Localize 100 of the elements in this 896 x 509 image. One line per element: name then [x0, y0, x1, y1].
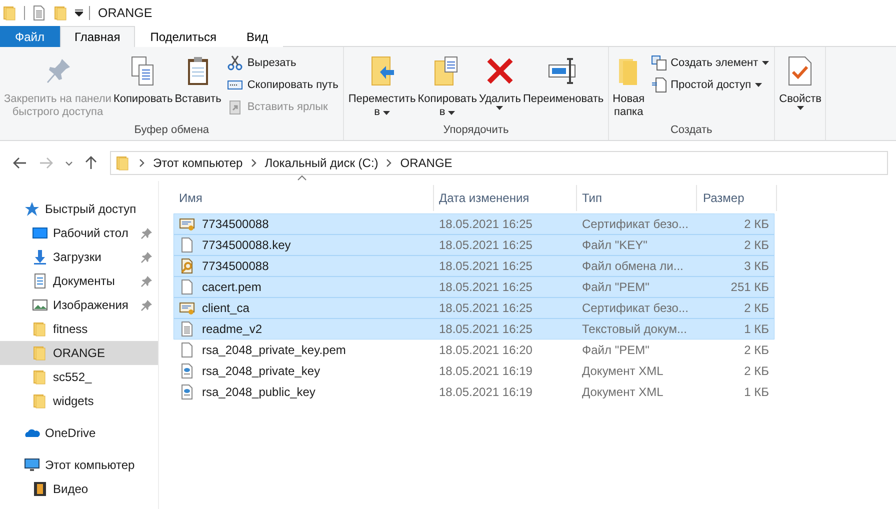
address-bar[interactable]: Этот компьютер Локальный диск (C:) ORANGE: [110, 151, 888, 175]
nav-item[interactable]: Быстрый доступ: [0, 197, 158, 221]
folder-icon: [32, 393, 48, 409]
ribbon-button[interactable]: Создать элемент: [648, 53, 772, 73]
caret-icon: [755, 83, 762, 87]
file-name: rsa_2048_private_key.pem: [202, 343, 346, 357]
file-name: 7734500088: [202, 259, 269, 273]
date-modified: 18.05.2021 16:19: [439, 385, 532, 399]
file-size: 1 КБ: [744, 322, 769, 336]
file-row[interactable]: rsa_2048_private_key.pem 18.05.2021 16:20 Файл "PEM" 2 КБ: [174, 340, 774, 360]
folder-icon: [32, 321, 48, 337]
file-type: Файл "PEM": [582, 280, 650, 294]
column-header[interactable]: Имя: [174, 185, 434, 211]
certificate-icon: [179, 216, 195, 232]
shortcut-icon: [227, 99, 244, 115]
scissors-icon: [227, 55, 244, 71]
column-header[interactable]: Тип: [577, 185, 697, 211]
column-header[interactable]: Дата изменения: [434, 185, 577, 211]
caret-icon: [762, 61, 770, 65]
nav-item[interactable]: Изображения: [0, 293, 158, 317]
file-name: client_ca: [202, 301, 250, 315]
file-size: 2 КБ: [744, 364, 769, 378]
nav-item[interactable]: fitness: [0, 317, 158, 341]
ribbon-button[interactable]: Вырезать: [225, 53, 340, 73]
breadcrumb[interactable]: Локальный диск (C:): [264, 156, 378, 170]
film-icon: [32, 481, 48, 497]
file-size: 2 КБ: [744, 238, 769, 252]
nav-item[interactable]: OneDrive: [0, 421, 158, 445]
nav-item[interactable]: Видео: [0, 477, 158, 501]
file-row[interactable]: readme_v2 18.05.2021 16:25 Текстовый докум... 1 КБ: [174, 319, 774, 339]
file-name: readme_v2: [202, 322, 262, 336]
file-name: rsa_2048_private_key: [202, 364, 320, 378]
chevron-icon: [386, 159, 392, 167]
breadcrumb[interactable]: Этот компьютер: [153, 156, 243, 170]
nav-item[interactable]: Загрузки: [0, 245, 158, 269]
file-type: Сертификат безо...: [582, 301, 688, 315]
file-name: 7734500088.key: [202, 238, 291, 252]
file-size: 1 КБ: [744, 385, 769, 399]
monitor-icon: [24, 457, 40, 473]
ribbon-tab[interactable]: Главная: [60, 26, 136, 47]
ribbon-button[interactable]: Копировать: [112, 49, 174, 106]
file-type: Документ XML: [582, 364, 664, 378]
ribbon-tab[interactable]: Файл: [0, 26, 60, 47]
column-header[interactable]: Размер: [697, 185, 777, 211]
pin-icon: [141, 252, 152, 262]
ribbon-button[interactable]: Свойств: [778, 49, 822, 110]
ribbon-button[interactable]: Удалить: [478, 49, 522, 110]
folder-icon: [2, 5, 18, 21]
folder-icon: [32, 345, 48, 361]
folder-icon: [53, 5, 69, 21]
easy-access-icon: [650, 77, 667, 93]
ribbon-button[interactable]: Новая папка: [612, 49, 646, 119]
file-icon: [179, 279, 195, 295]
file-icon: [179, 342, 195, 358]
nav-item[interactable]: ORANGE: [0, 341, 158, 365]
desktop-icon: [32, 225, 48, 241]
file-row[interactable]: 7734500088 18.05.2021 16:25 Файл обмена ли... 3 КБ: [174, 256, 774, 276]
sort-icon: [297, 175, 307, 181]
dropdown-icon[interactable]: [75, 9, 83, 17]
ribbon-button[interactable]: Скопировать путь: [225, 75, 340, 95]
chevron-icon: [250, 159, 257, 167]
key-certificate-icon: [179, 258, 195, 274]
breadcrumb[interactable]: ORANGE: [400, 156, 452, 170]
group-label: Создать: [670, 124, 712, 136]
window-title: ORANGE: [98, 6, 152, 20]
file-type: Файл обмена ли...: [582, 259, 684, 273]
ribbon-button[interactable]: Переименовать: [522, 49, 605, 106]
folder-icon: [32, 369, 48, 385]
file-type: Документ XML: [582, 385, 664, 399]
nav-item[interactable]: Рабочий стол: [0, 221, 158, 245]
nav-item[interactable]: Документы: [0, 269, 158, 293]
file-row[interactable]: rsa_2048_private_key 18.05.2021 16:19 Документ XML 2 КБ: [174, 361, 774, 381]
caret-icon: [796, 106, 804, 110]
ribbon-button[interactable]: Простой доступ: [648, 75, 772, 95]
nav-item[interactable]: widgets: [0, 389, 158, 413]
file-row[interactable]: rsa_2048_public_key 18.05.2021 16:19 Документ XML 1 КБ: [174, 382, 774, 402]
file-row[interactable]: cacert.pem 18.05.2021 16:25 Файл "PEM" 251 КБ: [174, 277, 774, 297]
nav-item[interactable]: sc552_: [0, 365, 158, 389]
ribbon-button[interactable]: Вставить: [174, 49, 222, 106]
file-row[interactable]: 7734500088 18.05.2021 16:25 Сертификат безо... 2 КБ: [174, 214, 774, 234]
document-icon: [32, 273, 48, 289]
file-row[interactable]: client_ca 18.05.2021 16:25 Сертификат безо... 2 КБ: [174, 298, 774, 318]
folder-icon: [115, 155, 131, 171]
date-modified: 18.05.2021 16:25: [439, 217, 532, 231]
date-modified: 18.05.2021 16:25: [439, 280, 532, 294]
caret-icon: [448, 110, 456, 114]
group-label: Упорядочить: [443, 124, 509, 136]
text-file-icon: [179, 321, 195, 337]
file-size: 2 КБ: [744, 301, 769, 315]
pin-icon: [141, 228, 152, 238]
date-modified: 18.05.2021 16:19: [439, 364, 532, 378]
date-modified: 18.05.2021 16:25: [439, 238, 532, 252]
file-name: 7734500088: [202, 217, 269, 231]
group-label: Буфер обмена: [134, 124, 210, 136]
xml-file-icon: [179, 384, 195, 400]
download-icon: [32, 249, 48, 265]
ribbon-button[interactable]: Копировать в: [416, 49, 478, 119]
file-row[interactable]: 7734500088.key 18.05.2021 16:25 Файл "KEY" 2 КБ: [174, 235, 774, 255]
nav-item[interactable]: Этот компьютер: [0, 453, 158, 477]
ribbon-button[interactable]: Переместить в: [347, 49, 417, 119]
